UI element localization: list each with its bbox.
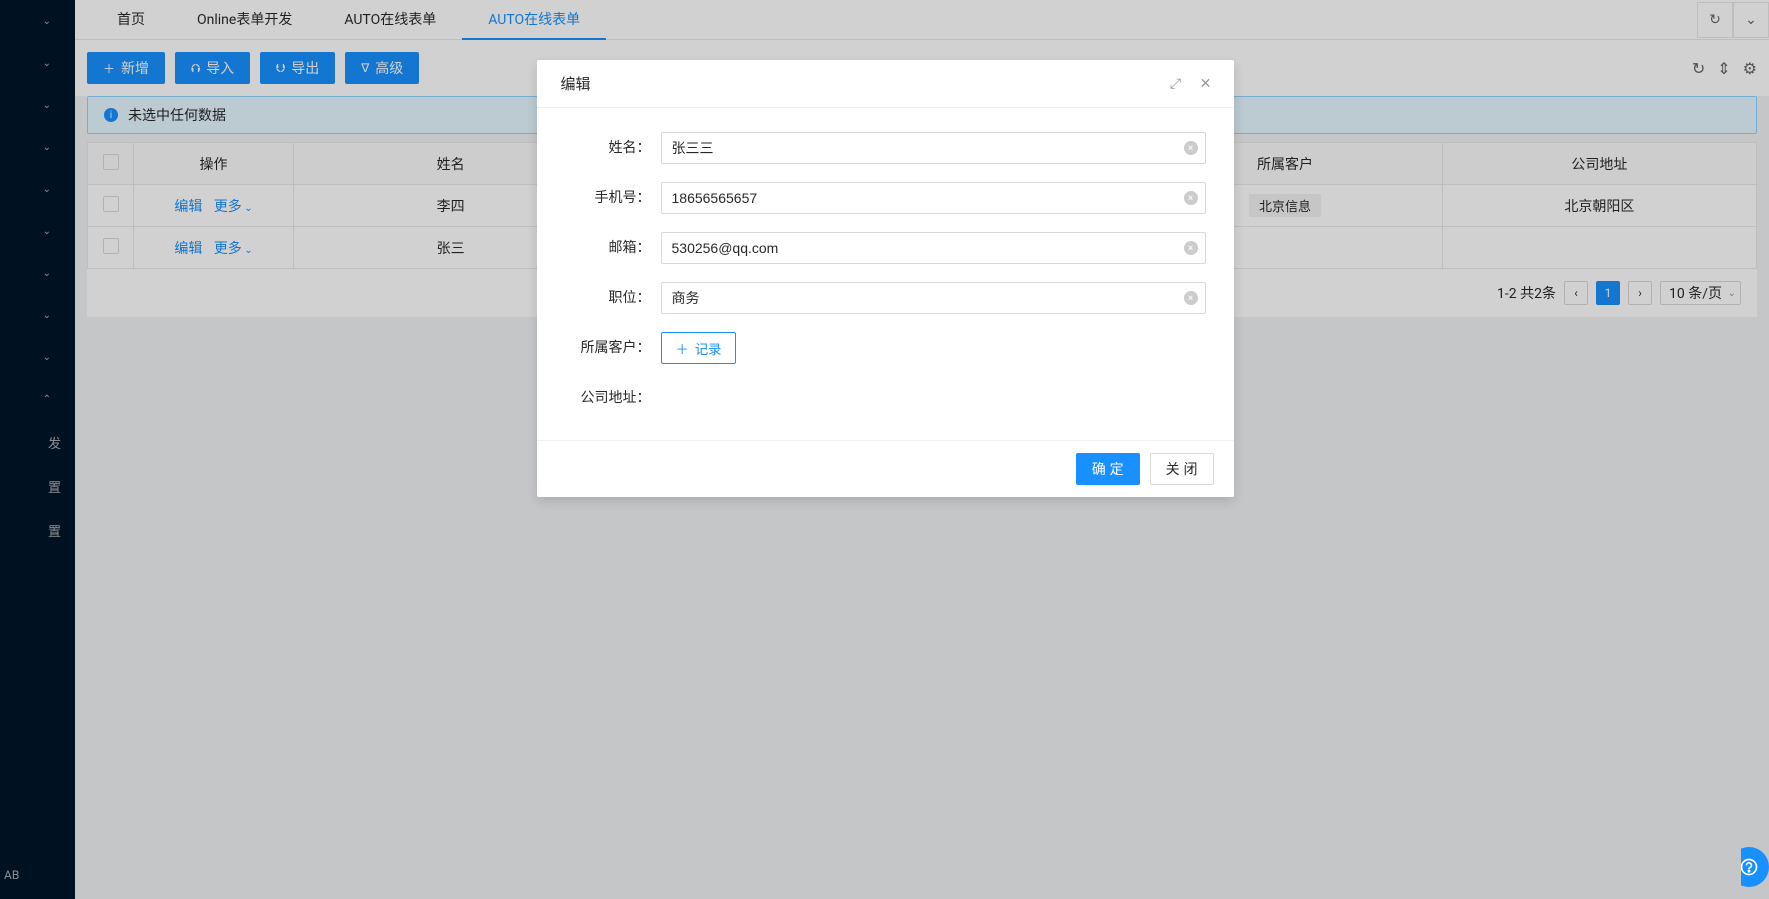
modal-body: 姓名： × 手机号： × 邮箱： × 职位： ×	[537, 108, 1234, 440]
clear-icon[interactable]: ×	[1184, 141, 1198, 155]
phone-input[interactable]	[661, 182, 1206, 214]
add-record-button[interactable]: ＋ 记录	[661, 332, 737, 364]
clear-icon[interactable]: ×	[1184, 241, 1198, 255]
position-input[interactable]	[661, 282, 1206, 314]
phone-label: 手机号：	[537, 182, 661, 214]
position-label: 职位：	[537, 282, 661, 314]
customer-label: 所属客户：	[537, 332, 661, 364]
close-icon[interactable]: ✕	[1196, 74, 1216, 94]
ok-button[interactable]: 确 定	[1076, 453, 1140, 485]
addr-label: 公司地址：	[537, 382, 661, 414]
modal-footer: 确 定 关 闭	[537, 440, 1234, 497]
clear-icon[interactable]: ×	[1184, 291, 1198, 305]
edit-modal: 编辑 ⤢ ✕ 姓名： × 手机号： × 邮箱： × 职位：	[537, 60, 1234, 497]
cancel-button[interactable]: 关 闭	[1150, 453, 1214, 485]
maximize-icon[interactable]: ⤢	[1166, 74, 1186, 94]
clear-icon[interactable]: ×	[1184, 191, 1198, 205]
plus-icon: ＋	[676, 339, 689, 358]
modal-title: 编辑	[561, 73, 591, 94]
name-label: 姓名：	[537, 132, 661, 164]
add-record-label: 记录	[695, 339, 722, 358]
name-input[interactable]	[661, 132, 1206, 164]
email-label: 邮箱：	[537, 232, 661, 264]
email-input[interactable]	[661, 232, 1206, 264]
modal-header: 编辑 ⤢ ✕	[537, 60, 1234, 108]
